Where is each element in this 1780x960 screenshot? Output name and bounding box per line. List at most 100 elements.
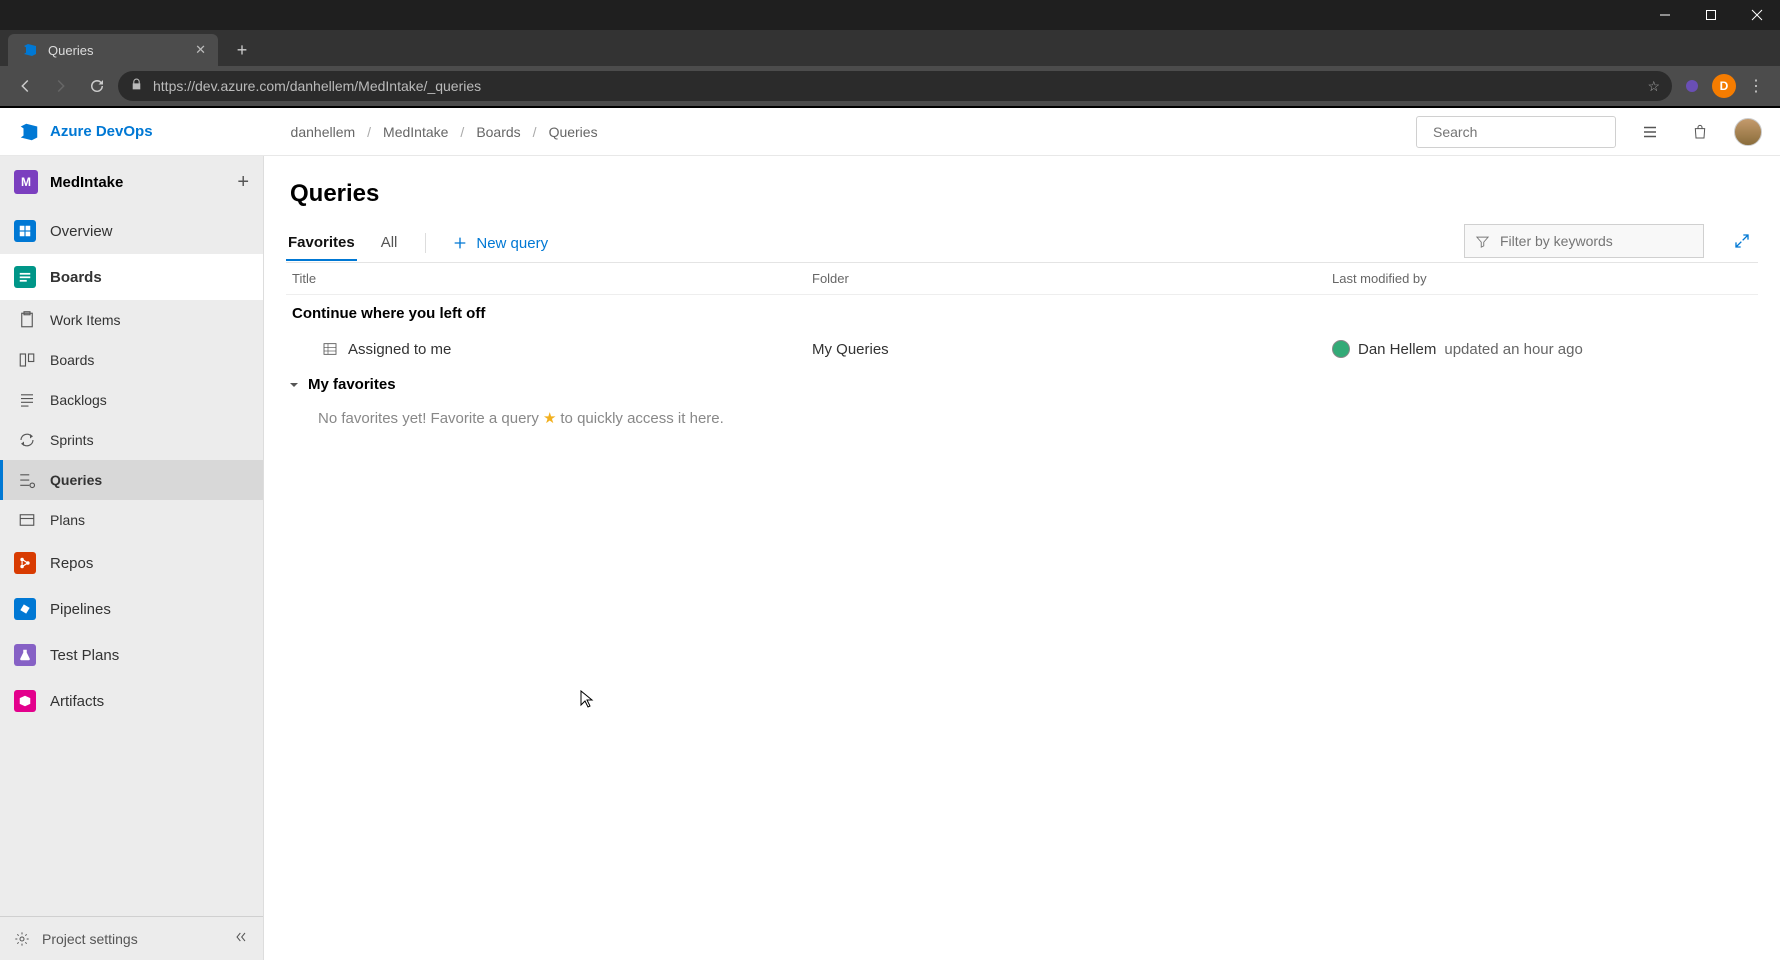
- section-continue: Continue where you left off: [286, 295, 1758, 332]
- url-input[interactable]: [153, 78, 1637, 94]
- chevron-down-icon: [288, 379, 300, 391]
- repos-icon: [14, 552, 36, 574]
- modified-time: updated an hour ago: [1444, 341, 1582, 358]
- list-view-icon[interactable]: [1634, 116, 1666, 148]
- reload-button[interactable]: [82, 71, 112, 101]
- sidebar-item-label: Backlogs: [50, 392, 107, 408]
- star-icon[interactable]: ☆: [1647, 78, 1660, 95]
- project-selector[interactable]: M MedIntake +: [0, 156, 263, 208]
- modified-user: Dan Hellem: [1358, 341, 1436, 358]
- overview-icon: [14, 220, 36, 242]
- sidebar-item-label: Boards: [50, 352, 94, 368]
- backlogs-icon: [18, 391, 36, 409]
- filter-input[interactable]: [1500, 233, 1693, 249]
- window-titlebar: [0, 0, 1780, 30]
- plans-icon: [18, 511, 36, 529]
- back-button[interactable]: [10, 71, 40, 101]
- sidebar-item-backlogs[interactable]: Backlogs: [0, 380, 263, 420]
- query-list-icon: [322, 341, 338, 357]
- fullscreen-button[interactable]: [1726, 225, 1758, 257]
- sidebar-item-overview[interactable]: Overview: [0, 208, 263, 254]
- azure-devops-icon: [22, 42, 38, 58]
- work-items-icon: [18, 311, 36, 329]
- breadcrumb-area[interactable]: Boards: [476, 124, 520, 140]
- sidebar-item-pipelines[interactable]: Pipelines: [0, 586, 263, 632]
- browser-tab[interactable]: Queries ✕: [8, 34, 218, 66]
- sidebar-item-label: Work Items: [50, 312, 121, 328]
- filter-box[interactable]: [1464, 224, 1704, 258]
- sidebar-item-label: Repos: [50, 555, 93, 572]
- window-close-button[interactable]: [1734, 0, 1780, 30]
- search-input[interactable]: [1433, 124, 1614, 140]
- project-badge: M: [14, 170, 38, 194]
- test-plans-icon: [14, 644, 36, 666]
- collapse-icon[interactable]: [233, 929, 249, 948]
- column-headers: Title Folder Last modified by: [286, 263, 1758, 295]
- user-avatar[interactable]: [1734, 118, 1762, 146]
- sidebar: M MedIntake + Overview Boards Work Items…: [0, 156, 264, 960]
- board-icon: [18, 351, 36, 369]
- new-tab-button[interactable]: +: [228, 36, 256, 64]
- app-header: Azure DevOps danhellem / MedIntake / Boa…: [0, 108, 1780, 156]
- breadcrumb-page[interactable]: Queries: [549, 124, 598, 140]
- page-title: Queries: [290, 180, 1758, 208]
- window-minimize-button[interactable]: [1642, 0, 1688, 30]
- close-icon[interactable]: ✕: [195, 42, 206, 58]
- tabs-row: Favorites All New query: [286, 224, 1758, 263]
- tab-favorites[interactable]: Favorites: [286, 226, 357, 261]
- address-bar[interactable]: ☆: [118, 71, 1672, 101]
- gear-icon: [14, 931, 30, 947]
- sidebar-item-work-items[interactable]: Work Items: [0, 300, 263, 340]
- new-query-button[interactable]: New query: [452, 235, 548, 252]
- sidebar-item-label: Queries: [50, 472, 102, 488]
- col-modified[interactable]: Last modified by: [1332, 271, 1752, 286]
- project-name: MedIntake: [50, 174, 123, 191]
- sidebar-item-label: Sprints: [50, 432, 94, 448]
- plus-icon: [452, 235, 468, 251]
- favorites-group-header[interactable]: My favorites: [286, 366, 1758, 403]
- browser-toolbar: ☆ D ⋮: [0, 66, 1780, 106]
- app-shell: Azure DevOps danhellem / MedIntake / Boa…: [0, 106, 1780, 960]
- sidebar-item-artifacts[interactable]: Artifacts: [0, 678, 263, 724]
- sidebar-item-label: Boards: [50, 269, 102, 286]
- profile-avatar[interactable]: D: [1712, 74, 1736, 98]
- breadcrumb-org[interactable]: danhellem: [291, 124, 356, 140]
- col-title[interactable]: Title: [292, 271, 812, 286]
- tab-title: Queries: [48, 43, 94, 58]
- main-content: Queries Favorites All New query Titl: [264, 156, 1780, 960]
- star-icon: ★: [543, 409, 556, 427]
- plus-icon[interactable]: +: [237, 171, 249, 194]
- queries-icon: [18, 471, 36, 489]
- sidebar-item-sprints[interactable]: Sprints: [0, 420, 263, 460]
- tab-all[interactable]: All: [379, 226, 400, 261]
- filter-icon: [1475, 234, 1490, 249]
- sidebar-item-queries[interactable]: Queries: [0, 460, 263, 500]
- breadcrumb-project[interactable]: MedIntake: [383, 124, 448, 140]
- brand[interactable]: Azure DevOps: [18, 121, 153, 143]
- project-settings-link[interactable]: Project settings: [0, 916, 263, 960]
- sprints-icon: [18, 431, 36, 449]
- sidebar-item-boards-sub[interactable]: Boards: [0, 340, 263, 380]
- user-avatar-icon: [1332, 340, 1350, 358]
- query-row[interactable]: Assigned to me My Queries Dan Hellem upd…: [286, 332, 1758, 366]
- sidebar-item-label: Overview: [50, 223, 113, 240]
- brand-label: Azure DevOps: [50, 123, 153, 140]
- settings-label: Project settings: [42, 931, 138, 947]
- favorites-group-label: My favorites: [308, 376, 396, 393]
- forward-button[interactable]: [46, 71, 76, 101]
- sidebar-item-plans[interactable]: Plans: [0, 500, 263, 540]
- shopping-bag-icon[interactable]: [1684, 116, 1716, 148]
- query-folder: My Queries: [812, 341, 1332, 358]
- search-box[interactable]: [1416, 116, 1616, 148]
- breadcrumb: danhellem / MedIntake / Boards / Queries: [291, 124, 598, 140]
- col-folder[interactable]: Folder: [812, 271, 1332, 286]
- sidebar-item-boards[interactable]: Boards: [0, 254, 263, 300]
- sidebar-item-test-plans[interactable]: Test Plans: [0, 632, 263, 678]
- browser-menu-button[interactable]: ⋮: [1742, 72, 1770, 100]
- artifacts-icon: [14, 690, 36, 712]
- sidebar-item-label: Test Plans: [50, 647, 119, 664]
- window-maximize-button[interactable]: [1688, 0, 1734, 30]
- extension-icon[interactable]: [1678, 72, 1706, 100]
- favorites-empty-message: No favorites yet! Favorite a query ★ to …: [286, 403, 1758, 433]
- sidebar-item-repos[interactable]: Repos: [0, 540, 263, 586]
